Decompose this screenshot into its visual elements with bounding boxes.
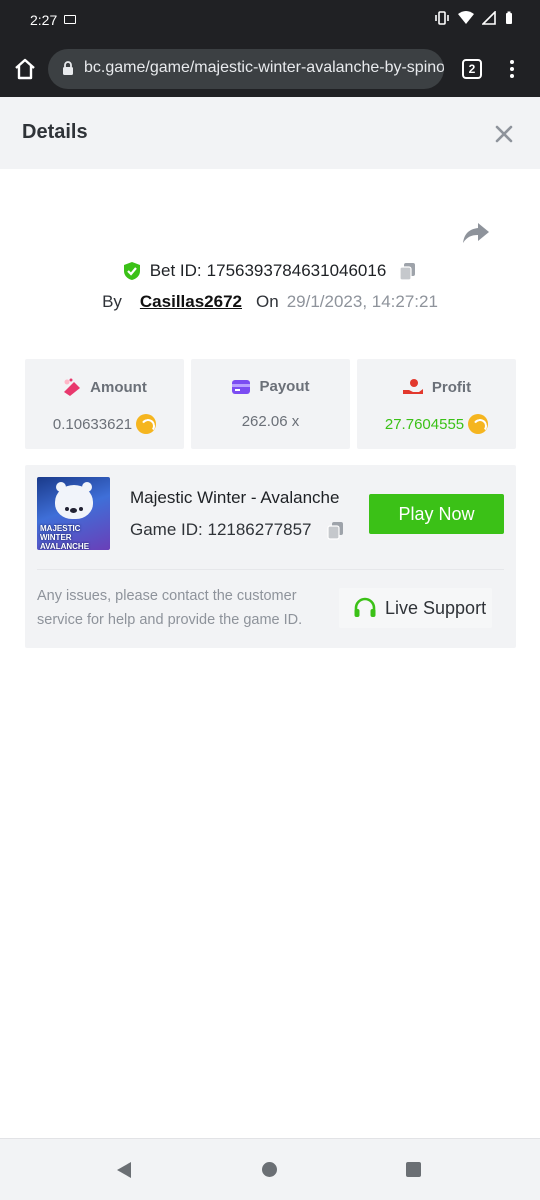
back-icon[interactable]	[116, 1161, 132, 1179]
amount-value: 0.10633621	[52, 415, 133, 433]
address-bar[interactable]: bc.game/game/majestic-winter-avalanche-b…	[48, 49, 444, 89]
polar-bear-image	[55, 482, 93, 519]
recents-icon[interactable]	[406, 1162, 421, 1177]
payout-value: 262.06 x	[241, 413, 300, 430]
tab-switcher-button[interactable]: 2	[462, 59, 482, 79]
game-id-value: 12186277857	[207, 520, 312, 539]
support-notice: Any issues, please contact the customer …	[37, 588, 303, 628]
amount-label: Amount	[90, 378, 147, 396]
close-icon[interactable]	[494, 124, 514, 144]
browser-toolbar: bc.game/game/majestic-winter-avalanche-b…	[0, 40, 540, 97]
bet-stats: Amount 0.10633621 Payout 262.06 x Profit…	[25, 359, 516, 449]
profit-icon	[402, 379, 423, 394]
home-icon[interactable]	[12, 56, 38, 82]
bet-id-row: Bet ID: 1756393784631046016	[0, 261, 540, 281]
bet-id-value: 1756393784631046016	[206, 261, 387, 280]
amount-card: Amount 0.10633621	[25, 359, 184, 449]
copy-icon[interactable]	[398, 261, 418, 281]
wifi-icon	[458, 11, 474, 24]
payout-card: Payout 262.06 x	[191, 359, 350, 449]
vibrate-icon	[435, 11, 449, 25]
lock-icon	[63, 61, 73, 75]
battery-icon	[506, 11, 512, 24]
status-bar: 2:27	[0, 0, 540, 40]
coin-icon	[468, 414, 489, 434]
copy-icon[interactable]	[326, 520, 346, 540]
live-support-button[interactable]: Live Support	[339, 588, 492, 628]
signal-icon	[482, 11, 496, 25]
live-support-label: Live Support	[385, 597, 487, 618]
on-label: On	[256, 292, 279, 311]
details-header: Details	[0, 97, 540, 169]
game-name: Majestic Winter - Avalanche	[130, 488, 340, 507]
bet-id-label: Bet ID:	[149, 261, 202, 280]
profit-card: Profit 27.7604555	[357, 359, 516, 449]
bet-date: 29/1/2023, 14:27:21	[286, 292, 438, 311]
payout-label: Payout	[259, 378, 310, 395]
keyboard-icon	[64, 15, 76, 24]
profit-label: Profit	[431, 378, 472, 396]
payout-icon	[232, 379, 251, 394]
status-time: 2:27	[30, 12, 58, 28]
share-icon[interactable]	[462, 221, 490, 245]
game-id-label: Game ID:	[130, 520, 203, 539]
system-nav-bar	[0, 1138, 540, 1200]
play-now-button[interactable]: Play Now	[369, 494, 504, 534]
coin-icon	[136, 414, 157, 434]
thumbnail-title: MAJESTIC WINTER AVALANCHE	[40, 524, 90, 550]
game-id-row: Game ID: 12186277857	[130, 520, 346, 540]
profit-value: 27.7604555	[384, 415, 465, 433]
verified-shield-icon	[123, 262, 140, 280]
username-link[interactable]: Casillas2672	[140, 292, 242, 312]
headset-icon	[354, 597, 376, 617]
more-menu-icon[interactable]	[505, 58, 519, 80]
by-label: By	[102, 292, 122, 311]
url-text: bc.game/game/majestic-winter-avalanche-b…	[84, 59, 444, 76]
game-card: MAJESTIC WINTER AVALANCHE Majestic Winte…	[25, 465, 516, 648]
page-title: Details	[22, 121, 88, 143]
status-icons	[434, 11, 514, 25]
bet-meta-row: By Casillas2672 On 29/1/2023, 14:27:21	[0, 292, 540, 312]
divider	[37, 569, 504, 570]
home-nav-icon[interactable]	[262, 1162, 277, 1177]
game-thumbnail[interactable]: MAJESTIC WINTER AVALANCHE	[37, 477, 110, 550]
amount-icon	[64, 378, 81, 396]
